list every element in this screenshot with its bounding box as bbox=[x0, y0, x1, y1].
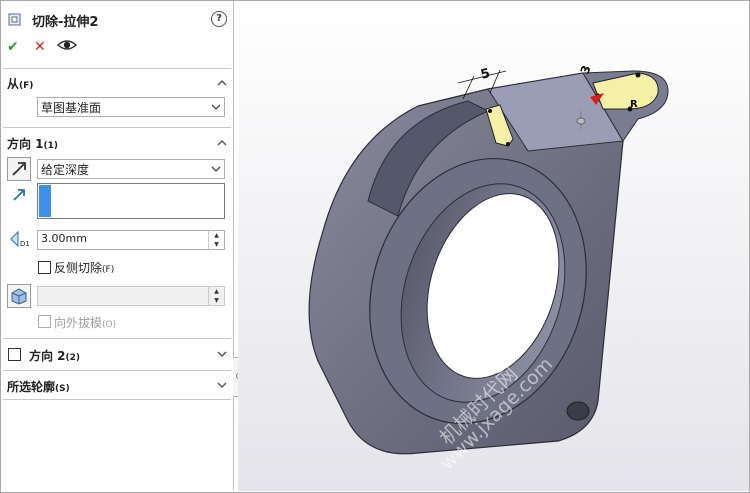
depth-spinner[interactable]: ▲ ▼ bbox=[208, 231, 224, 249]
draft-angle-input[interactable]: ▲ ▼ bbox=[37, 286, 225, 306]
divider bbox=[3, 338, 231, 339]
depth-input[interactable]: 3.00mm ▲ ▼ bbox=[37, 230, 225, 250]
divider bbox=[3, 399, 231, 400]
reverse-arrow-icon bbox=[12, 162, 26, 176]
action-buttons-row: ✔ ✕ bbox=[1, 39, 233, 59]
from-section-header[interactable]: 从(F) bbox=[7, 75, 33, 92]
draft-outward-checkbox[interactable] bbox=[38, 315, 51, 328]
cancel-button[interactable]: ✕ bbox=[34, 39, 46, 55]
flip-side-checkbox[interactable] bbox=[38, 261, 51, 274]
help-icon[interactable]: ? bbox=[211, 11, 227, 27]
depth-dimension-icon: D1 bbox=[10, 230, 30, 248]
end-condition-select[interactable]: 给定深度 bbox=[37, 159, 225, 179]
draft-icon bbox=[11, 288, 27, 305]
graphics-viewport[interactable]: 5 3 R 机械时代网 www.jxage.com bbox=[238, 1, 749, 491]
draft-toggle-button[interactable] bbox=[7, 284, 31, 308]
chevron-down-icon[interactable] bbox=[216, 379, 228, 391]
chevron-down-icon bbox=[211, 166, 221, 172]
part-model[interactable]: 5 3 R 机械时代网 www.jxage.com bbox=[238, 1, 749, 491]
ok-button[interactable]: ✔ bbox=[7, 39, 19, 55]
direction1-section-header[interactable]: 方向 1(1) bbox=[7, 135, 58, 152]
draft-outward-label: 向外拔模(O) bbox=[54, 316, 117, 330]
preview-button[interactable] bbox=[56, 37, 78, 57]
direction2-section-header[interactable]: 方向 2(2) bbox=[29, 347, 80, 364]
flip-side-label: 反侧切除(F) bbox=[54, 261, 115, 275]
chevron-down-icon[interactable] bbox=[216, 348, 228, 360]
direction2-checkbox[interactable] bbox=[8, 348, 21, 361]
cut-extrude-icon bbox=[8, 13, 21, 26]
direction-reference-list[interactable] bbox=[37, 183, 225, 219]
direction-arrow-icon bbox=[13, 189, 25, 201]
panel-title: 切除-拉伸2 bbox=[32, 15, 99, 30]
property-manager-panel: 切除-拉伸2 ? ✔ ✕ 从(F) 草图基准面 方向 1(1) 给定深度 D1 … bbox=[1, 1, 234, 490]
eye-icon bbox=[56, 40, 78, 50]
divider bbox=[3, 370, 231, 371]
panel-title-row: 切除-拉伸2 ? bbox=[1, 9, 233, 33]
chevron-up-icon[interactable] bbox=[216, 137, 228, 149]
svg-text:D1: D1 bbox=[20, 240, 30, 248]
chevron-up-icon[interactable] bbox=[216, 77, 228, 89]
divider bbox=[3, 68, 231, 69]
from-start-condition-select[interactable]: 草图基准面 bbox=[37, 97, 225, 117]
list-selection-highlight bbox=[39, 185, 51, 217]
chevron-down-icon bbox=[211, 104, 221, 110]
dimension-radius[interactable]: R bbox=[630, 99, 638, 110]
selected-contours-section-header[interactable]: 所选轮廓(S) bbox=[7, 378, 70, 395]
draft-angle-spinner[interactable]: ▲ ▼ bbox=[208, 287, 224, 305]
small-hole bbox=[566, 401, 590, 421]
reverse-direction-button[interactable] bbox=[7, 157, 31, 181]
divider bbox=[3, 127, 231, 128]
